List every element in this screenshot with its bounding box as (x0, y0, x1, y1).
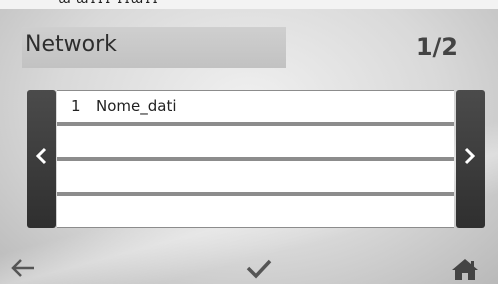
page-indicator: 1/2 (415, 33, 458, 61)
check-icon[interactable] (245, 257, 273, 279)
list-item[interactable] (57, 196, 454, 227)
previous-page-button[interactable] (27, 90, 56, 228)
list-item[interactable] (57, 126, 454, 157)
device-screen: Network 1/2 1 Nome_dati (0, 9, 498, 284)
list-item-index: 1 (71, 97, 81, 115)
chevron-left-icon (35, 147, 47, 165)
title-bar: Network (22, 27, 286, 68)
chevron-right-icon (464, 147, 476, 165)
top-strip: ɯ ɯɿɿɿ ɿɿɯɿɿ (0, 0, 498, 9)
list-item[interactable] (57, 161, 454, 192)
home-icon[interactable] (451, 257, 479, 281)
network-list: 1 Nome_dati (57, 90, 454, 228)
cropped-caption: ɯ ɯɿɿɿ ɿɿɯɿɿ (58, 0, 159, 7)
next-page-button[interactable] (456, 90, 485, 228)
arrow-left-icon[interactable] (9, 257, 37, 279)
list-item-name: Nome_dati (96, 97, 177, 115)
list-item[interactable]: 1 Nome_dati (57, 91, 454, 122)
page-title: Network (25, 32, 117, 57)
